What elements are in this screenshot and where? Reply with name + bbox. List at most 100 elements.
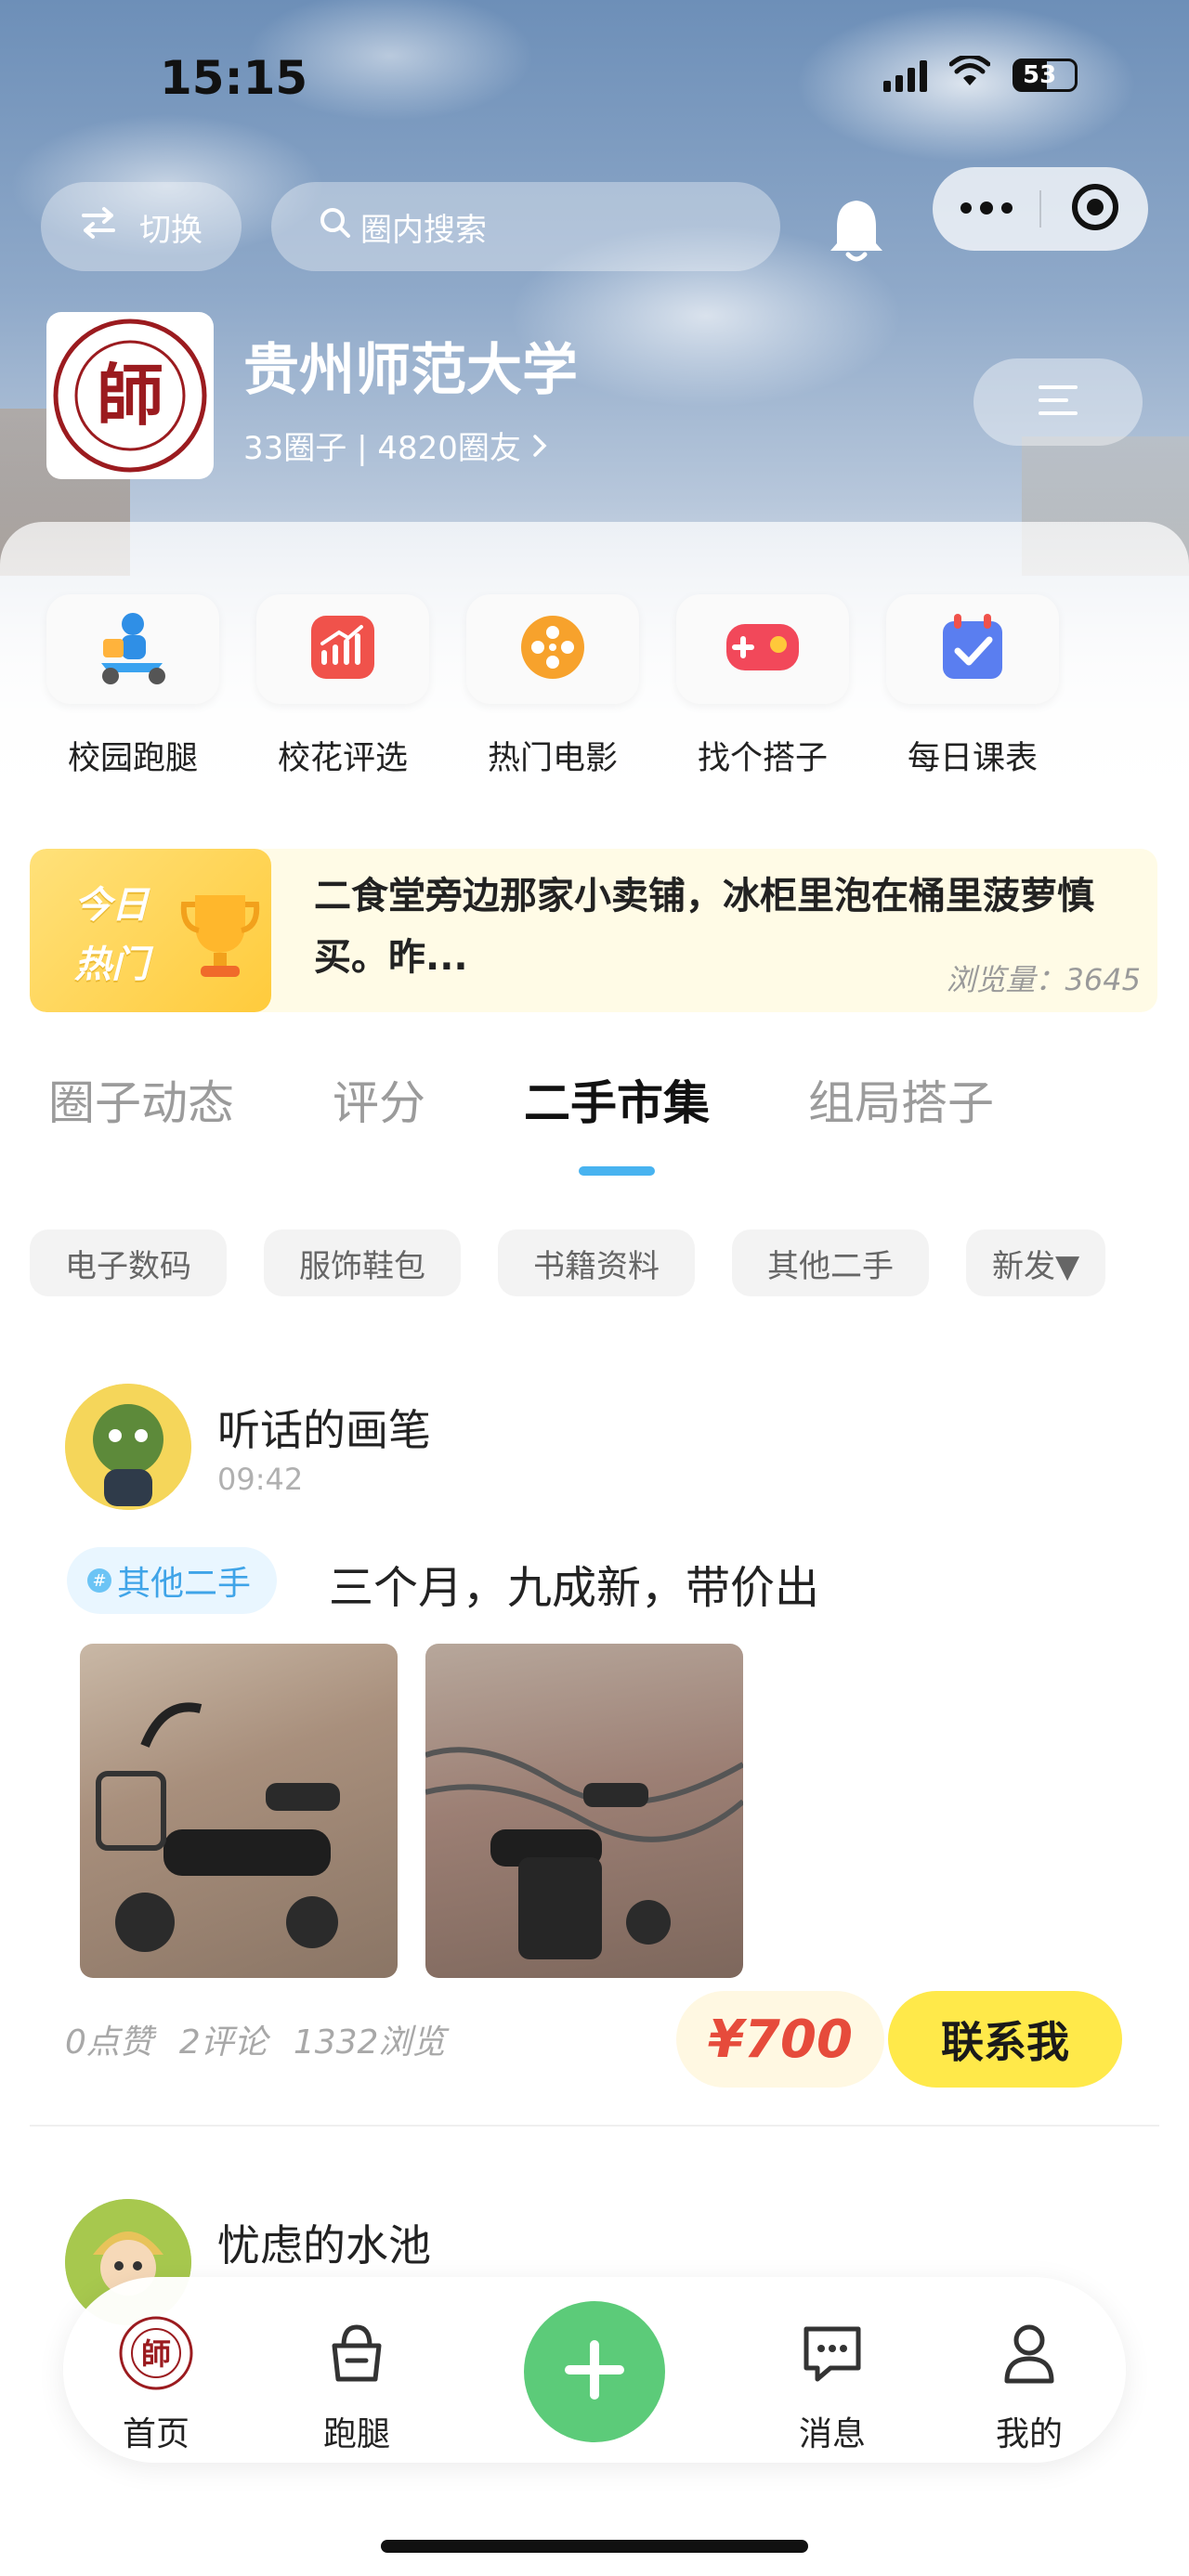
- create-post-button[interactable]: [524, 2301, 665, 2442]
- hot-today-banner[interactable]: 今日 热门 二食堂旁边那家小卖铺，冰柜里泡在桶里菠萝慎买。昨... 浏览量：36…: [30, 849, 1157, 1012]
- post-time: 09:42: [217, 1462, 304, 1497]
- hashtag-icon: #: [87, 1568, 111, 1593]
- post-tag-label: 其他二手: [117, 1565, 252, 1603]
- notification-bell-icon[interactable]: [822, 193, 891, 266]
- nav-messages-label: 消息: [798, 2415, 866, 2453]
- logo-character: 師: [97, 356, 163, 435]
- post-card[interactable]: 听话的画笔 09:42 # 其他二手 三个月，九成新，带价出 0点赞 2评论 1…: [30, 1384, 1159, 2127]
- like-count[interactable]: 0点赞: [65, 2015, 153, 2063]
- trophy-icon: [178, 886, 262, 992]
- service-tile: [886, 594, 1059, 704]
- service-label: 找个搭子: [697, 740, 828, 777]
- chip-other-second-hand[interactable]: 其他二手: [732, 1229, 929, 1296]
- search-icon: [318, 205, 353, 249]
- post-author[interactable]: 听话的画笔: [217, 1397, 431, 1458]
- more-options-button[interactable]: [933, 201, 1039, 218]
- hamburger-menu-icon: [1037, 383, 1079, 422]
- service-daily-schedule[interactable]: 每日课表: [886, 594, 1059, 779]
- comment-count[interactable]: 2评论: [179, 2015, 268, 2063]
- service-tile: [466, 594, 639, 704]
- nav-home[interactable]: 師 首页: [91, 2314, 221, 2455]
- tab-circle-feed[interactable]: 圈子动态: [48, 1066, 234, 1133]
- service-find-partner[interactable]: 找个搭子: [676, 594, 849, 779]
- service-tile: [46, 594, 219, 704]
- close-miniprogram-button[interactable]: [1041, 182, 1148, 236]
- university-logo: 師: [46, 312, 214, 479]
- service-beauty-contest[interactable]: 校花评选: [256, 594, 429, 779]
- post-photo[interactable]: [425, 1644, 743, 1978]
- chip-clothing[interactable]: 服饰鞋包: [264, 1229, 461, 1296]
- game-controller-icon: [723, 617, 803, 682]
- nav-profile[interactable]: 我的: [964, 2314, 1094, 2455]
- person-icon: [990, 2314, 1068, 2396]
- plus-icon: [562, 2337, 627, 2406]
- nav-profile-label: 我的: [995, 2415, 1063, 2453]
- service-grid: 校园跑腿 校花评选 热门电影 找个搭子 每日课表: [46, 594, 1059, 779]
- nav-errand-label: 跑腿: [322, 2415, 390, 2453]
- battery-icon: 53: [1013, 58, 1078, 92]
- tab-second-hand-market[interactable]: 二手市集: [524, 1066, 710, 1133]
- service-label: 每日课表: [907, 740, 1038, 777]
- sort-dropdown[interactable]: 新发▼: [966, 1229, 1106, 1296]
- contact-button[interactable]: 联系我: [888, 1991, 1122, 2088]
- target-close-icon: [1070, 182, 1120, 236]
- circle-count: 33圈子: [243, 430, 347, 467]
- post-photo[interactable]: [80, 1644, 398, 1978]
- service-hot-movies[interactable]: 热门电影: [466, 594, 639, 779]
- university-stats[interactable]: 33圈子 | 4820圈友: [243, 423, 548, 468]
- badge-line-1: 今日: [74, 884, 149, 927]
- miniprogram-capsule: [933, 167, 1148, 251]
- price-badge: ¥700: [676, 1991, 884, 2088]
- nav-messages[interactable]: 消息: [767, 2314, 897, 2455]
- switch-button[interactable]: 切换: [41, 182, 242, 271]
- home-logo-icon: 師: [117, 2314, 195, 2396]
- service-campus-errand[interactable]: 校园跑腿: [46, 594, 219, 779]
- status-time: 15:15: [160, 51, 308, 105]
- view-count: 1332浏览: [293, 2023, 446, 2062]
- avatar[interactable]: [65, 1384, 191, 1510]
- hot-today-badge: 今日 热门: [30, 849, 271, 1012]
- film-reel-icon: [517, 612, 588, 686]
- service-label: 校花评选: [277, 740, 408, 777]
- post-stats: 0点赞 2评论 1332浏览: [65, 2015, 445, 2063]
- category-tabs: 圈子动态 评分 二手市集 组局搭子: [48, 1066, 994, 1133]
- post-body: 三个月，九成新，带价出: [329, 1562, 820, 1614]
- message-bubble-icon: [793, 2314, 871, 2396]
- bottom-navigation: 師 首页 跑腿 消息 我的: [63, 2277, 1126, 2463]
- delivery-scooter-icon: [88, 607, 177, 691]
- tab-ratings[interactable]: 评分: [333, 1066, 425, 1133]
- search-input[interactable]: 圈内搜索: [271, 182, 780, 271]
- chip-books[interactable]: 书籍资料: [498, 1229, 695, 1296]
- badge-line-2: 热门: [74, 943, 149, 986]
- nav-logo-character: 師: [141, 2336, 171, 2372]
- post-divider: [30, 2125, 1159, 2127]
- switch-label: 切换: [139, 211, 203, 249]
- nav-errand[interactable]: 跑腿: [292, 2314, 422, 2455]
- filter-chips: 电子数码 服饰鞋包 书籍资料 其他二手 新发▼: [30, 1229, 1106, 1296]
- post-author[interactable]: 忧虑的水池: [217, 2212, 431, 2273]
- more-dots-icon: [960, 201, 1013, 218]
- university-name: 贵州师范大学: [243, 338, 578, 403]
- nav-home-label: 首页: [122, 2415, 189, 2453]
- service-tile: [676, 594, 849, 704]
- service-label: 热门电影: [487, 740, 618, 777]
- tab-group-partners[interactable]: 组局搭子: [808, 1066, 994, 1133]
- hot-post-views: 浏览量：3645: [946, 962, 1141, 997]
- chip-electronics[interactable]: 电子数码: [30, 1229, 227, 1296]
- service-tile: [256, 594, 429, 704]
- swap-arrows-icon: [80, 206, 117, 248]
- stats-separator: |: [357, 430, 368, 467]
- cellular-signal-icon: [883, 59, 927, 92]
- status-icons: 53: [883, 54, 1078, 94]
- service-label: 校园跑腿: [67, 740, 198, 777]
- wifi-icon: [948, 54, 991, 94]
- menu-button[interactable]: [973, 358, 1143, 446]
- calendar-check-icon: [937, 610, 1008, 688]
- search-placeholder: 圈内搜索: [360, 211, 487, 249]
- member-count: 4820圈友: [377, 430, 521, 467]
- chevron-right-icon: [531, 430, 548, 467]
- rising-chart-icon: [307, 612, 378, 686]
- basket-icon: [318, 2314, 396, 2396]
- home-indicator: [381, 2540, 808, 2553]
- post-tag[interactable]: # 其他二手: [67, 1547, 278, 1614]
